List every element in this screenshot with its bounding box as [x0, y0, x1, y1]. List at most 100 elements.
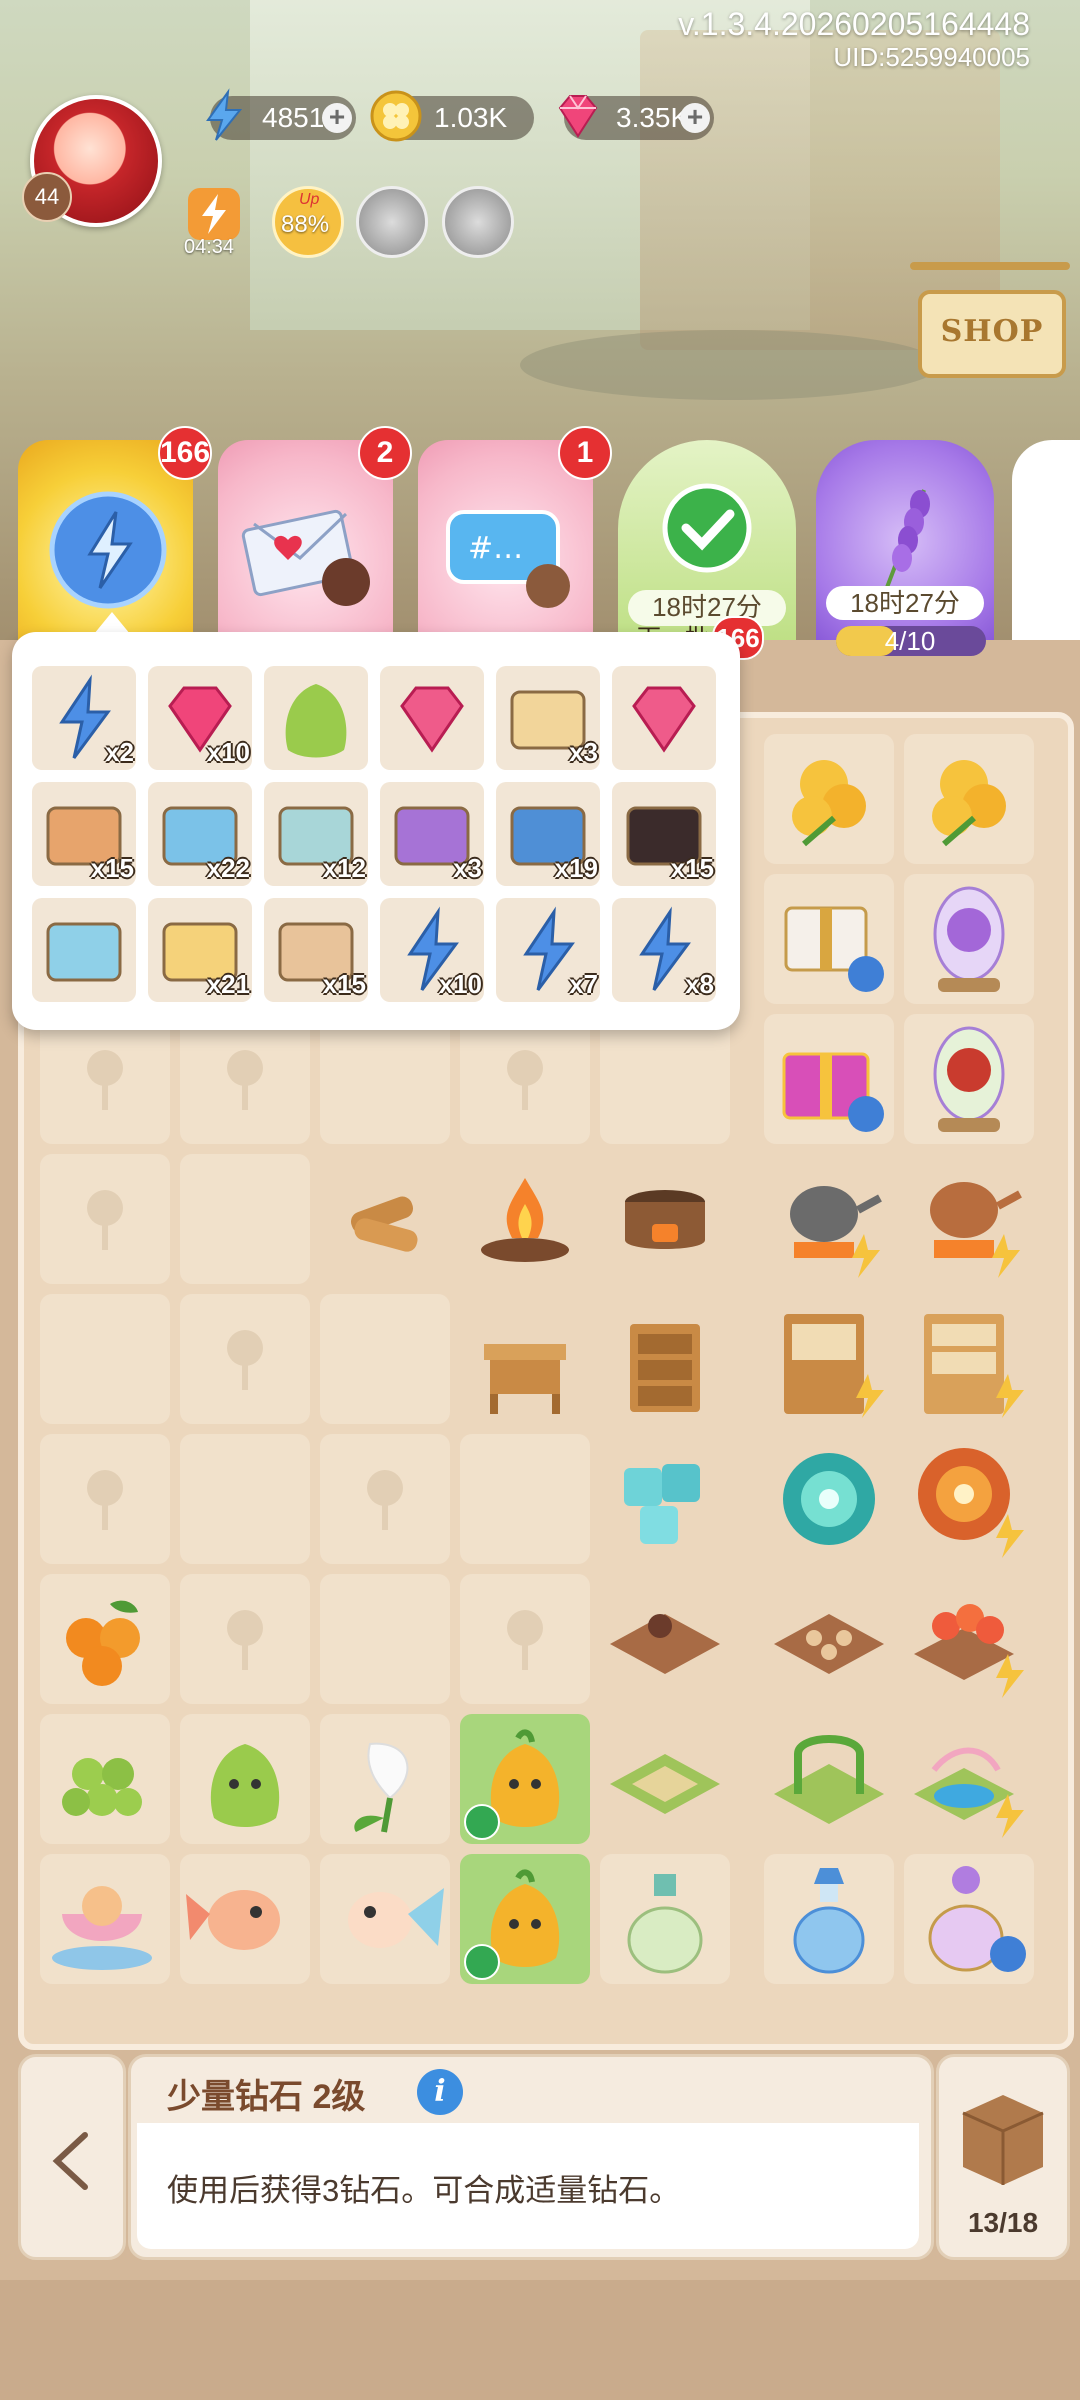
popup-item-slot[interactable]: x10: [148, 666, 252, 770]
board-cell-r1c5[interactable]: [764, 874, 894, 1004]
board-cell-r4c0[interactable]: [40, 1294, 170, 1424]
popup-item-slot[interactable]: x22: [148, 782, 252, 886]
board-cell-r2c6[interactable]: [904, 1014, 1034, 1144]
board-cell-r7c4[interactable]: [600, 1714, 730, 1844]
board-cell-r4c6[interactable]: [904, 1294, 1034, 1424]
board-cell-r8c3[interactable]: [460, 1854, 590, 1984]
popup-item-slot[interactable]: x21: [148, 898, 252, 1002]
board-cell-r3c2[interactable]: [320, 1154, 450, 1284]
board-cell-r2c1[interactable]: [180, 1014, 310, 1144]
popup-item-slot[interactable]: [612, 666, 716, 770]
board-cell-r6c3[interactable]: [460, 1574, 590, 1704]
flower-placeholder-icon: [507, 1610, 543, 1670]
popup-item-slot[interactable]: x15: [32, 782, 136, 886]
ur-card-buff-1[interactable]: [356, 186, 428, 258]
footer-background: [0, 2280, 1080, 2400]
board-cell-r0c5[interactable]: [764, 734, 894, 864]
board-cell-r8c4[interactable]: [600, 1854, 730, 1984]
extra-card-edge[interactable]: [1012, 440, 1080, 640]
board-cell-r8c6[interactable]: [904, 1854, 1034, 1984]
popup-item-slot[interactable]: [264, 666, 368, 770]
board-cell-r2c2[interactable]: [320, 1014, 450, 1144]
board-cell-r3c0[interactable]: [40, 1154, 170, 1284]
item-quantity: x3: [569, 737, 598, 767]
board-cell-r3c6[interactable]: [904, 1154, 1034, 1284]
popup-item-slot[interactable]: x10: [380, 898, 484, 1002]
board-cell-r5c1[interactable]: [180, 1434, 310, 1564]
energy-value: 4851: [262, 102, 325, 133]
shop-button[interactable]: SHOP: [918, 290, 1066, 378]
ur-card-buff-2[interactable]: [442, 186, 514, 258]
board-cell-r5c5[interactable]: [764, 1434, 894, 1564]
popup-item-slot[interactable]: x15: [612, 782, 716, 886]
energy-counter[interactable]: 4851 +: [206, 88, 356, 141]
clover-counter[interactable]: 1.03K: [370, 90, 534, 142]
board-cell-r2c5[interactable]: [764, 1014, 894, 1144]
item-quantity: x8: [685, 969, 714, 999]
diamond-add-button[interactable]: +: [680, 103, 710, 133]
board-cell-r2c4[interactable]: [600, 1014, 730, 1144]
merge-boost-buff[interactable]: Up 88%: [272, 186, 344, 258]
flower-placeholder-icon: [227, 1050, 263, 1110]
diamond-counter[interactable]: 3.35K +: [558, 95, 714, 140]
board-cell-r0c6[interactable]: [904, 734, 1034, 864]
popup-item-slot[interactable]: x15: [264, 898, 368, 1002]
calla-lily-icon: [354, 1742, 409, 1833]
lavender-card[interactable]: 18时27分 4/10: [816, 440, 994, 656]
popup-item-slot[interactable]: x3: [496, 666, 600, 770]
board-cell-r8c0[interactable]: [40, 1854, 170, 1984]
info-icon[interactable]: i: [417, 2069, 463, 2115]
board-cell-r7c2[interactable]: [320, 1714, 450, 1844]
board-cell-r1c6[interactable]: [904, 874, 1034, 1004]
board-cell-r3c4[interactable]: [600, 1154, 730, 1284]
board-cell-r5c3[interactable]: [460, 1434, 590, 1564]
display-cabinet-icon: [784, 1314, 884, 1418]
board-cell-r7c6[interactable]: [904, 1714, 1034, 1844]
board-cell-r3c1[interactable]: [180, 1154, 310, 1284]
board-cell-r3c5[interactable]: [764, 1154, 894, 1284]
board-cell-r4c4[interactable]: [600, 1294, 730, 1424]
item-quantity: x10: [438, 969, 482, 999]
board-cell-r7c5[interactable]: [764, 1714, 894, 1844]
board-cell-r4c1[interactable]: [180, 1294, 310, 1424]
popup-item-slot[interactable]: x12: [264, 782, 368, 886]
board-cell-r6c2[interactable]: [320, 1574, 450, 1704]
popup-item-slot[interactable]: x7: [496, 898, 600, 1002]
board-cell-r5c2[interactable]: [320, 1434, 450, 1564]
board-cell-r6c4[interactable]: [600, 1574, 730, 1704]
back-button[interactable]: [18, 2054, 126, 2260]
board-cell-r6c1[interactable]: [180, 1574, 310, 1704]
storage-box-button[interactable]: 13/18: [936, 2054, 1070, 2260]
board-cell-r8c1[interactable]: [180, 1854, 310, 1984]
daily-card[interactable]: 18时27分 下一批: [618, 440, 796, 652]
popup-item-slot[interactable]: x3: [380, 782, 484, 886]
wooden-floor-tile-icon: [610, 1614, 720, 1674]
board-cell-r5c4[interactable]: [600, 1434, 730, 1564]
popup-item-slot[interactable]: [32, 898, 136, 1002]
board-cell-r4c3[interactable]: [460, 1294, 590, 1424]
board-cell-r6c5[interactable]: [764, 1574, 894, 1704]
board-cell-r7c1[interactable]: [180, 1714, 310, 1844]
board-cell-r8c5[interactable]: [764, 1854, 894, 1984]
popup-item-slot[interactable]: x19: [496, 782, 600, 886]
board-cell-r2c3[interactable]: [460, 1014, 590, 1144]
board-cell-r2c0[interactable]: [40, 1014, 170, 1144]
board-cell-r5c6[interactable]: [904, 1434, 1034, 1564]
board-cell-r6c6[interactable]: [904, 1574, 1034, 1704]
popup-item-slot[interactable]: x2: [32, 666, 136, 770]
board-cell-r4c5[interactable]: [764, 1294, 894, 1424]
board-cell-r5c0[interactable]: [40, 1434, 170, 1564]
energy-refill-buff[interactable]: [188, 188, 240, 240]
energy-add-button[interactable]: +: [322, 103, 352, 133]
popup-item-slot[interactable]: [380, 666, 484, 770]
diamond-cluster-icon: [632, 686, 696, 753]
board-cell-r6c0[interactable]: [40, 1574, 170, 1704]
board-cell-r4c2[interactable]: [320, 1294, 450, 1424]
board-cell-r8c2[interactable]: [320, 1854, 450, 1984]
board-cell-r7c3[interactable]: [460, 1714, 590, 1844]
board-cell-r7c0[interactable]: [40, 1714, 170, 1844]
board-cell-r3c3[interactable]: [460, 1154, 590, 1284]
popup-item-slot[interactable]: x8: [612, 898, 716, 1002]
yellow-flower-bouquet-icon: [932, 760, 1006, 847]
item-description-box: 使用后获得3钻石。可合成适量钻石。: [137, 2123, 919, 2249]
